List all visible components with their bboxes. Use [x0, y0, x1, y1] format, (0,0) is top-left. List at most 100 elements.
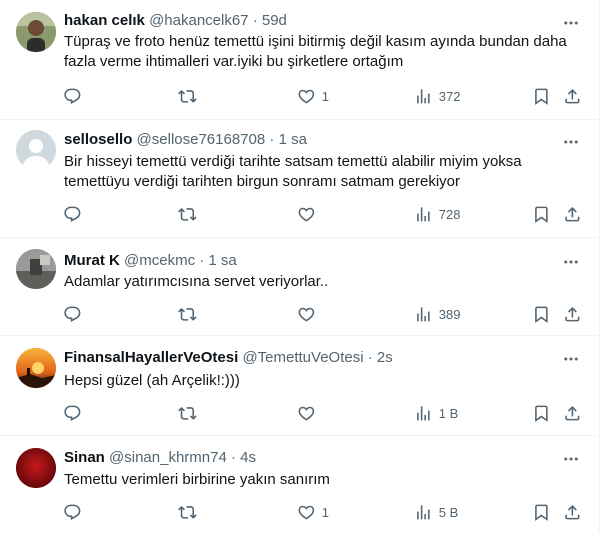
more-icon[interactable]	[561, 252, 581, 272]
bookmark-icon	[535, 306, 548, 323]
handle[interactable]: @sinan_khrmn74	[109, 449, 227, 466]
reply-icon	[64, 405, 81, 421]
heart-icon	[298, 505, 315, 520]
share-icon	[565, 206, 580, 222]
heart-icon	[298, 406, 315, 421]
tweet[interactable]: sellosello @sellose76168708 · 1 sa Bir h…	[0, 120, 599, 238]
display-name[interactable]: hakan celık	[64, 12, 145, 29]
timestamp[interactable]: 59d	[262, 12, 287, 29]
display-name[interactable]: FinansalHayallerVeOtesi	[64, 349, 238, 366]
separator: ·	[269, 131, 275, 148]
share-button[interactable]	[563, 304, 582, 324]
reply-button[interactable]	[63, 204, 82, 224]
avatar[interactable]	[16, 448, 56, 488]
handle[interactable]: @hakancelk67	[149, 12, 248, 29]
like-button[interactable]: 1	[297, 502, 329, 522]
bookmark-icon	[535, 405, 548, 422]
retweet-button[interactable]	[178, 304, 197, 324]
more-icon[interactable]	[561, 349, 581, 369]
retweet-icon	[178, 505, 197, 519]
reply-button[interactable]	[63, 403, 82, 423]
retweet-button[interactable]	[178, 403, 197, 423]
like-button[interactable]	[297, 204, 322, 224]
more-icon[interactable]	[561, 13, 581, 33]
action-bar: 1 B	[0, 403, 599, 423]
timestamp[interactable]: 1 sa	[279, 131, 307, 148]
bookmark-button[interactable]	[532, 204, 551, 224]
views-button[interactable]: 5 B	[414, 502, 458, 522]
like-count: 1	[321, 88, 329, 104]
avatar[interactable]	[16, 249, 56, 289]
tweet-header: hakan celık @hakancelk67 · 59d	[64, 11, 287, 31]
bookmark-button[interactable]	[532, 502, 551, 522]
views-button[interactable]: 728	[414, 204, 460, 224]
share-icon	[565, 504, 580, 520]
like-button[interactable]	[297, 403, 322, 423]
display-name[interactable]: Murat K	[64, 252, 120, 269]
views-icon	[417, 306, 430, 322]
like-button[interactable]: 1	[297, 86, 329, 106]
share-button[interactable]	[563, 204, 582, 224]
avatar[interactable]	[16, 130, 56, 170]
reply-button[interactable]	[63, 86, 82, 106]
display-name[interactable]: sellosello	[64, 131, 132, 148]
tweet-text: Bir hisseyi temettü verdiği tarihte sats…	[64, 153, 522, 190]
views-icon	[417, 504, 430, 520]
tweet-header: Sinan @sinan_khrmn74 · 4s	[64, 448, 256, 468]
avatar[interactable]	[16, 12, 56, 52]
separator: ·	[252, 12, 258, 29]
handle[interactable]: @sellose76168708	[137, 131, 266, 148]
display-name[interactable]: Sinan	[64, 449, 105, 466]
tweet-header: Murat K @mcekmc · 1 sa	[64, 251, 237, 271]
reply-button[interactable]	[63, 304, 82, 324]
tweet[interactable]: hakan celık @hakancelk67 · 59d Tüpraş ve…	[0, 0, 599, 120]
retweet-button[interactable]	[178, 86, 197, 106]
share-icon	[565, 88, 580, 104]
tweet-header: sellosello @sellose76168708 · 1 sa	[64, 130, 307, 150]
view-count: 728	[438, 206, 461, 222]
tweet[interactable]: FinansalHayallerVeOtesi @TemettuVeOtesi …	[0, 336, 599, 436]
bookmark-icon	[535, 504, 548, 521]
retweet-button[interactable]	[178, 204, 197, 224]
retweet-button[interactable]	[178, 502, 197, 522]
handle[interactable]: @TemettuVeOtesi	[242, 349, 363, 366]
bookmark-icon	[535, 206, 548, 223]
action-bar: 389	[0, 304, 599, 324]
heart-icon	[298, 207, 315, 222]
view-count: 389	[438, 306, 461, 322]
view-count: 372	[438, 88, 461, 104]
tweet-text: Temettu verimleri birbirine yakın sanırı…	[64, 471, 330, 488]
share-button[interactable]	[563, 502, 582, 522]
retweet-icon	[178, 307, 197, 321]
like-button[interactable]	[297, 304, 322, 324]
timestamp[interactable]: 2s	[377, 349, 393, 366]
bookmark-button[interactable]	[532, 304, 551, 324]
separator: ·	[367, 349, 373, 366]
avatar[interactable]	[16, 348, 56, 388]
share-button[interactable]	[563, 86, 582, 106]
timestamp[interactable]: 4s	[240, 449, 256, 466]
like-count: 1	[321, 504, 329, 520]
views-icon	[417, 405, 430, 421]
action-bar: 1 372	[0, 86, 599, 106]
more-icon[interactable]	[561, 449, 581, 469]
share-button[interactable]	[563, 403, 582, 423]
views-button[interactable]: 389	[414, 304, 460, 324]
bookmark-button[interactable]	[532, 403, 551, 423]
views-button[interactable]: 372	[414, 86, 460, 106]
tweet-text: Tüpraş ve froto henüz temettü işini biti…	[64, 33, 567, 70]
views-button[interactable]: 1 B	[414, 403, 458, 423]
heart-icon	[298, 307, 315, 322]
handle[interactable]: @mcekmc	[124, 252, 195, 269]
retweet-icon	[178, 207, 197, 221]
tweet[interactable]: Murat K @mcekmc · 1 sa Adamlar yatırımcı…	[0, 238, 599, 336]
timestamp[interactable]: 1 sa	[208, 252, 236, 269]
action-bar: 1 5 B	[0, 502, 599, 522]
views-icon	[417, 88, 430, 104]
reply-button[interactable]	[63, 502, 82, 522]
more-icon[interactable]	[561, 132, 581, 152]
tweet[interactable]: Sinan @sinan_khrmn74 · 4s Temettu veriml…	[0, 436, 599, 533]
action-bar: 728	[0, 204, 599, 224]
retweet-icon	[178, 406, 197, 420]
bookmark-button[interactable]	[532, 86, 551, 106]
